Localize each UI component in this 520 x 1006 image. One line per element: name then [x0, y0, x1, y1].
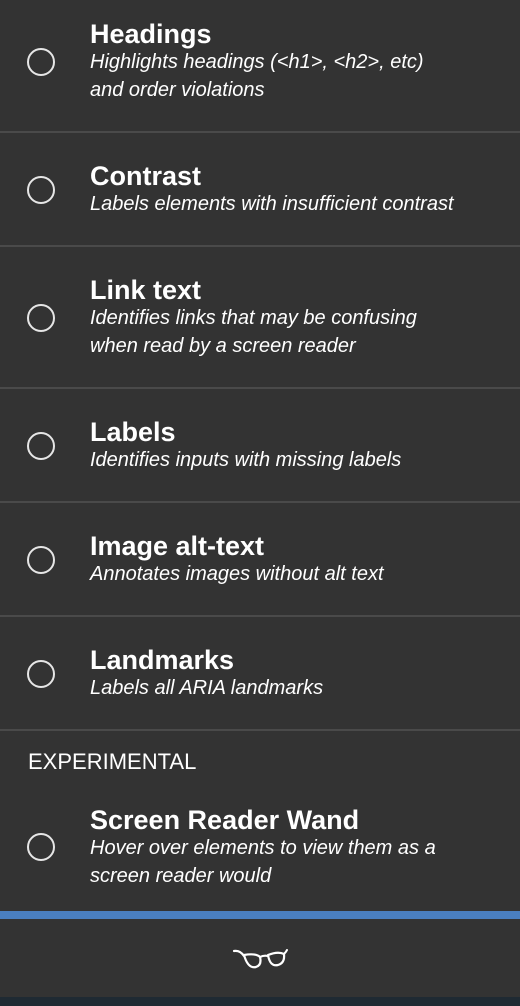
- plugin-description-line: Labels all ARIA landmarks: [90, 677, 324, 699]
- plugin-description: Identifies inputs with missing labels: [90, 446, 510, 474]
- plugin-title: Headings: [90, 19, 212, 49]
- radio-labels[interactable]: [27, 432, 55, 460]
- plugin-headings[interactable]: Headings Highlights headings (<h1>, <h2>…: [0, 0, 520, 133]
- bottom-strip: [0, 997, 520, 1006]
- plugin-description: Identifies links that may be confusing w…: [90, 304, 510, 360]
- plugin-labels[interactable]: Labels Identifies inputs with missing la…: [0, 389, 520, 503]
- plugin-image-alt-text[interactable]: Image alt-text Annotates images without …: [0, 503, 520, 617]
- plugin-description-line: Highlights headings (<h1>, <h2>, etc): [90, 51, 424, 73]
- footer-accent-bar: [0, 911, 520, 919]
- footer: [0, 919, 520, 997]
- plugin-description: Labels elements with insufficient contra…: [90, 190, 510, 218]
- plugin-contrast-text: Contrast Labels elements with insufficie…: [90, 160, 510, 218]
- plugin-landmarks[interactable]: Landmarks Labels all ARIA landmarks: [0, 617, 520, 731]
- plugin-description-line: Hover over elements to view them as a: [90, 837, 436, 859]
- radio-screen-reader-wand[interactable]: [27, 833, 55, 861]
- tota11y-panel: Headings Highlights headings (<h1>, <h2>…: [0, 0, 520, 1006]
- plugin-description-line: screen reader would: [90, 865, 272, 887]
- plugin-description-line: Annotates images without alt text: [90, 563, 384, 585]
- experimental-section-label: EXPERIMENTAL: [28, 749, 197, 774]
- radio-contrast[interactable]: [27, 176, 55, 204]
- plugin-contrast[interactable]: Contrast Labels elements with insufficie…: [0, 133, 520, 247]
- plugin-title: Image alt-text: [90, 531, 265, 561]
- radio-headings[interactable]: [27, 48, 55, 76]
- plugin-screen-reader-wand-text: Screen Reader Wand Hover over elements t…: [90, 804, 510, 890]
- glasses-icon[interactable]: [232, 945, 288, 973]
- plugin-link-text[interactable]: Link text Identifies links that may be c…: [0, 247, 520, 389]
- plugin-description: Highlights headings (<h1>, <h2>, etc) an…: [90, 48, 510, 104]
- radio-landmarks[interactable]: [27, 660, 55, 688]
- radio-image-alt-text[interactable]: [27, 546, 55, 574]
- plugin-image-alt-text-text: Image alt-text Annotates images without …: [90, 530, 510, 588]
- plugin-description: Labels all ARIA landmarks: [90, 674, 510, 702]
- plugin-link-text-text: Link text Identifies links that may be c…: [90, 274, 510, 360]
- plugin-description-line: when read by a screen reader: [90, 335, 356, 357]
- plugin-description-line: and order violations: [90, 79, 265, 101]
- plugin-title: Landmarks: [90, 645, 235, 675]
- plugin-title: Screen Reader Wand: [90, 805, 360, 835]
- plugin-labels-text: Labels Identifies inputs with missing la…: [90, 416, 510, 474]
- plugin-description-line: Labels elements with insufficient contra…: [90, 193, 454, 215]
- plugin-description-line: Identifies inputs with missing labels: [90, 449, 402, 471]
- plugin-title: Link text: [90, 275, 202, 305]
- plugin-title: Labels: [90, 417, 176, 447]
- radio-link-text[interactable]: [27, 304, 55, 332]
- plugin-headings-text: Headings Highlights headings (<h1>, <h2>…: [90, 18, 510, 104]
- plugin-screen-reader-wand[interactable]: Screen Reader Wand Hover over elements t…: [0, 787, 520, 911]
- plugin-landmarks-text: Landmarks Labels all ARIA landmarks: [90, 644, 510, 702]
- plugin-title: Contrast: [90, 161, 202, 191]
- plugin-description: Annotates images without alt text: [90, 560, 510, 588]
- plugin-description: Hover over elements to view them as a sc…: [90, 834, 510, 890]
- plugin-description-line: Identifies links that may be confusing: [90, 307, 417, 329]
